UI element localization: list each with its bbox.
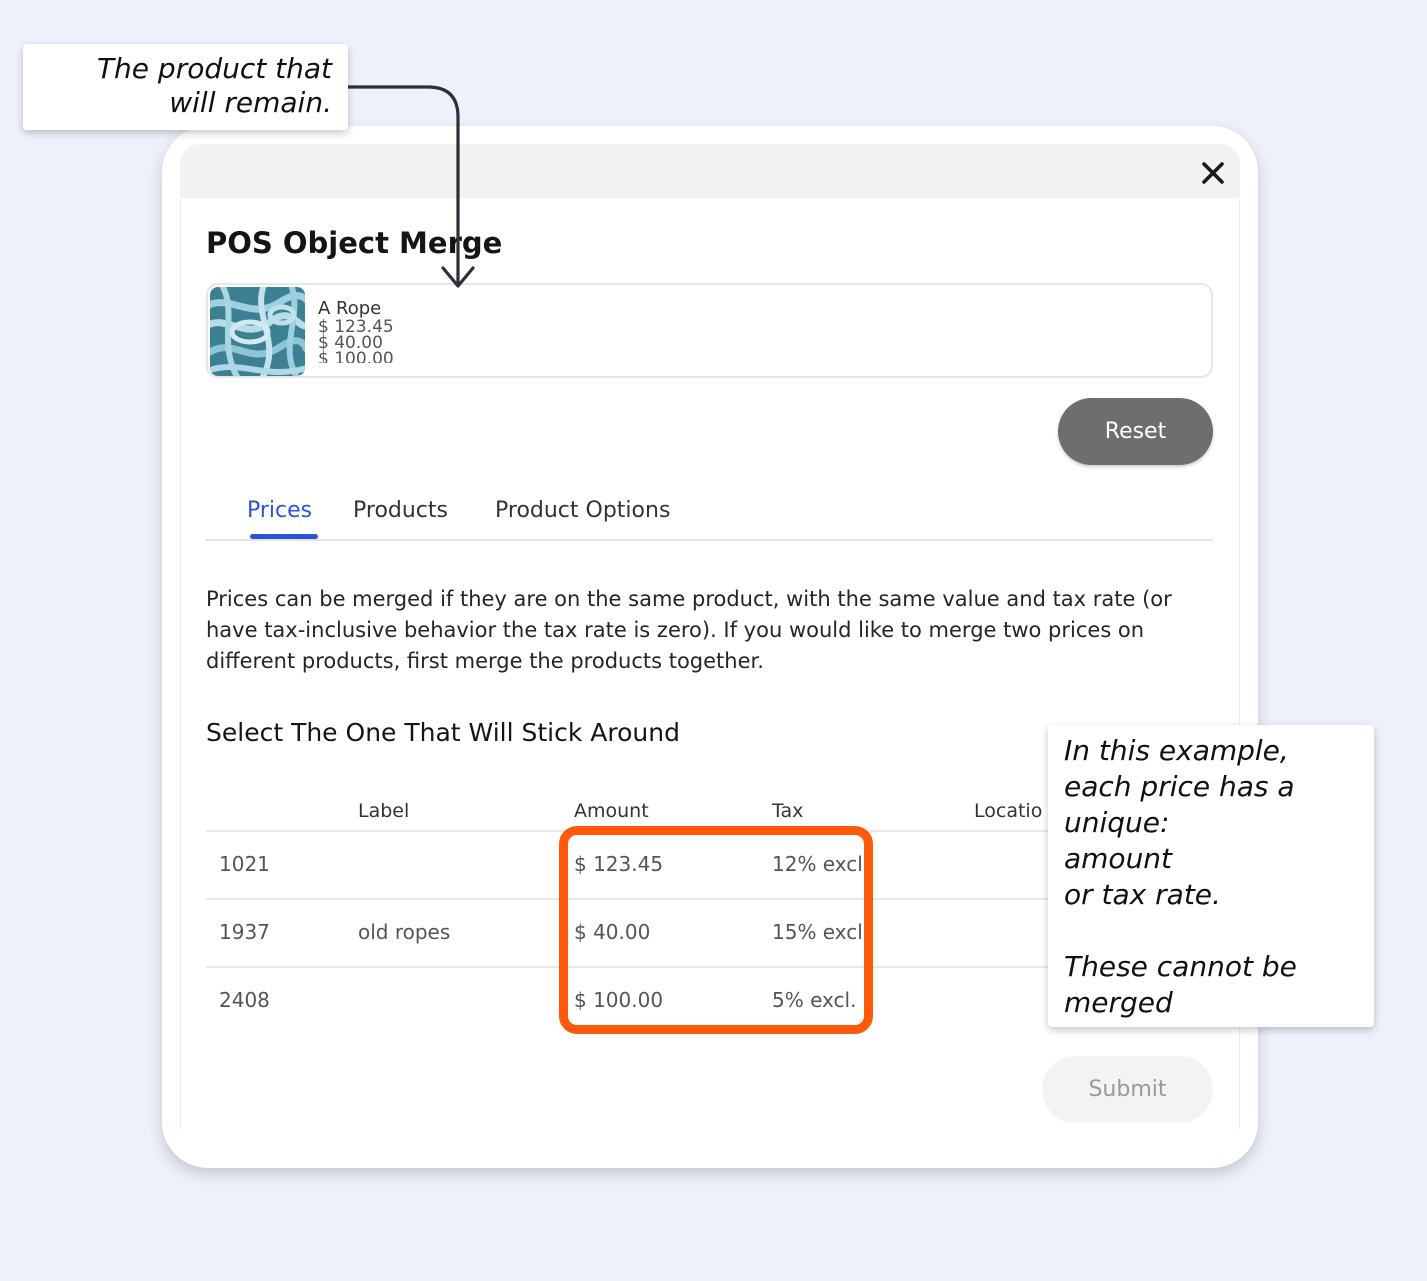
column-header-amount: Amount <box>574 800 649 822</box>
active-tab-indicator <box>250 534 318 539</box>
highlight-box <box>559 826 873 1034</box>
close-icon[interactable] <box>1196 156 1230 190</box>
callout-line: In this example, <box>1064 734 1289 767</box>
callout-line: unique: <box>1064 806 1170 839</box>
merge-tabs: Prices Products Product Options <box>206 494 1213 541</box>
product-card[interactable]: A Rope $ 123.45 $ 40.00 $ 100.00 <box>206 283 1213 378</box>
row-id: 1021 <box>219 852 270 876</box>
column-header-label: Label <box>358 800 410 822</box>
remaining-product-callout: The product that will remain. <box>23 44 348 130</box>
tab-product-options[interactable]: Product Options <box>495 498 670 523</box>
submit-button[interactable]: Submit <box>1042 1056 1213 1123</box>
reset-button[interactable]: Reset <box>1058 398 1213 465</box>
callout-line: or tax rate. <box>1064 878 1221 911</box>
modal-left-border <box>180 198 181 1129</box>
unique-prices-callout: In this example, each price has a unique… <box>1048 725 1374 1027</box>
product-price: $ 100.00 <box>318 349 394 364</box>
modal-title: POS Object Merge <box>206 226 503 260</box>
column-header-location: Locatio <box>974 800 1043 822</box>
callout-line: each price has a <box>1064 770 1295 803</box>
callout-line: These cannot be <box>1064 950 1297 983</box>
screenshot-stage: POS Object Merge A Rope $ 123.45 $ 40.00… <box>0 0 1427 1281</box>
product-summary: A Rope $ 123.45 $ 40.00 $ 100.00 <box>318 299 518 363</box>
select-heading: Select The One That Will Stick Around <box>206 718 680 747</box>
row-id: 2408 <box>219 988 270 1012</box>
merge-info-text: Prices can be merged if they are on the … <box>206 587 1172 673</box>
callout-line: The product that <box>96 52 332 85</box>
callout-line: amount <box>1064 842 1173 875</box>
tab-products[interactable]: Products <box>353 498 448 523</box>
callout-spacer <box>1064 913 1362 949</box>
rope-image <box>210 287 305 376</box>
tab-prices[interactable]: Prices <box>247 498 312 523</box>
column-header-tax: Tax <box>772 800 804 822</box>
callout-line: merged <box>1064 986 1173 1019</box>
modal-header-bar <box>180 144 1240 198</box>
product-name: A Rope <box>318 299 382 319</box>
row-id: 1937 <box>219 920 270 944</box>
callout-line: will remain. <box>169 86 332 119</box>
row-label: old ropes <box>358 920 451 944</box>
